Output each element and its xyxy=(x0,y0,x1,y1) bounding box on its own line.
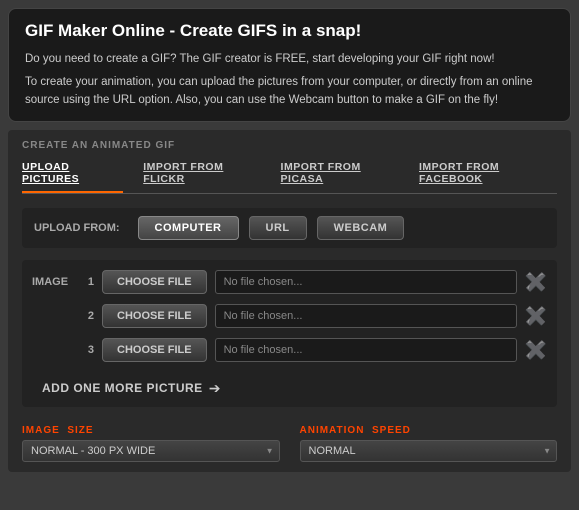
file-name-display-1: No file chosen... xyxy=(215,270,517,294)
image-size-select-wrapper: NORMAL - 300 PX WIDE xyxy=(22,440,280,462)
header-desc2: To create your animation, you can upload… xyxy=(25,74,554,109)
main-content: CREATE AN ANIMATED GIF UPLOAD PICTURES I… xyxy=(8,130,571,472)
arrow-right-icon: ➔ xyxy=(209,380,221,397)
header-section: GIF Maker Online - Create GIFS in a snap… xyxy=(8,8,571,122)
image-row-2: 2 CHOOSE FILE No file chosen... ✖️ xyxy=(32,304,547,328)
animation-speed-select[interactable]: NORMAL xyxy=(300,440,558,462)
page-title: GIF Maker Online - Create GIFS in a snap… xyxy=(25,21,554,41)
file-name-display-2: No file chosen... xyxy=(215,304,517,328)
source-webcam-button[interactable]: WEBCAM xyxy=(317,216,405,240)
image-num-2: 2 xyxy=(80,310,94,322)
choose-file-button-2[interactable]: CHOOSE FILE xyxy=(102,304,207,328)
upload-from-row: UPLOAD FROM: COMPUTER URL WEBCAM xyxy=(22,208,557,248)
tabs-row: UPLOAD PICTURES IMPORT FROM FLICKR IMPOR… xyxy=(22,161,557,194)
remove-image-button-2[interactable]: ✖️ xyxy=(525,307,547,325)
image-row-3: 3 CHOOSE FILE No file chosen... ✖️ xyxy=(32,338,547,362)
animation-speed-group: ANIMATION SPEED NORMAL xyxy=(300,425,558,462)
image-size-select[interactable]: NORMAL - 300 PX WIDE xyxy=(22,440,280,462)
choose-file-button-3[interactable]: CHOOSE FILE xyxy=(102,338,207,362)
tab-import-flickr[interactable]: IMPORT FROM FLICKR xyxy=(143,161,260,193)
image-label-1: IMAGE xyxy=(32,276,72,288)
image-num-1: 1 xyxy=(80,276,94,288)
tab-upload-pictures[interactable]: UPLOAD PICTURES xyxy=(22,161,123,193)
animation-speed-select-wrapper: NORMAL xyxy=(300,440,558,462)
upload-from-label: UPLOAD FROM: xyxy=(34,222,120,234)
file-name-display-3: No file chosen... xyxy=(215,338,517,362)
image-row-1: IMAGE 1 CHOOSE FILE No file chosen... ✖️ xyxy=(32,270,547,294)
source-computer-button[interactable]: COMPUTER xyxy=(138,216,239,240)
image-size-label: IMAGE SIZE xyxy=(22,425,280,436)
choose-file-button-1[interactable]: CHOOSE FILE xyxy=(102,270,207,294)
remove-image-button-3[interactable]: ✖️ xyxy=(525,341,547,359)
source-url-button[interactable]: URL xyxy=(249,216,307,240)
image-num-3: 3 xyxy=(80,344,94,356)
image-size-group: IMAGE SIZE NORMAL - 300 PX WIDE xyxy=(22,425,280,462)
add-more-label: ADD ONE MORE PICTURE xyxy=(42,381,203,395)
tab-import-picasa[interactable]: IMPORT FROM PICASA xyxy=(281,161,399,193)
tab-import-facebook[interactable]: IMPORT FROM FACEBOOK xyxy=(419,161,557,193)
images-container: IMAGE 1 CHOOSE FILE No file chosen... ✖️… xyxy=(22,260,557,407)
remove-image-button-1[interactable]: ✖️ xyxy=(525,273,547,291)
header-desc1: Do you need to create a GIF? The GIF cre… xyxy=(25,51,554,68)
animation-speed-label: ANIMATION SPEED xyxy=(300,425,558,436)
add-more-row[interactable]: ADD ONE MORE PICTURE ➔ xyxy=(32,372,547,407)
section-title: CREATE AN ANIMATED GIF xyxy=(22,140,557,151)
bottom-options: IMAGE SIZE NORMAL - 300 PX WIDE ANIMATIO… xyxy=(22,417,557,462)
